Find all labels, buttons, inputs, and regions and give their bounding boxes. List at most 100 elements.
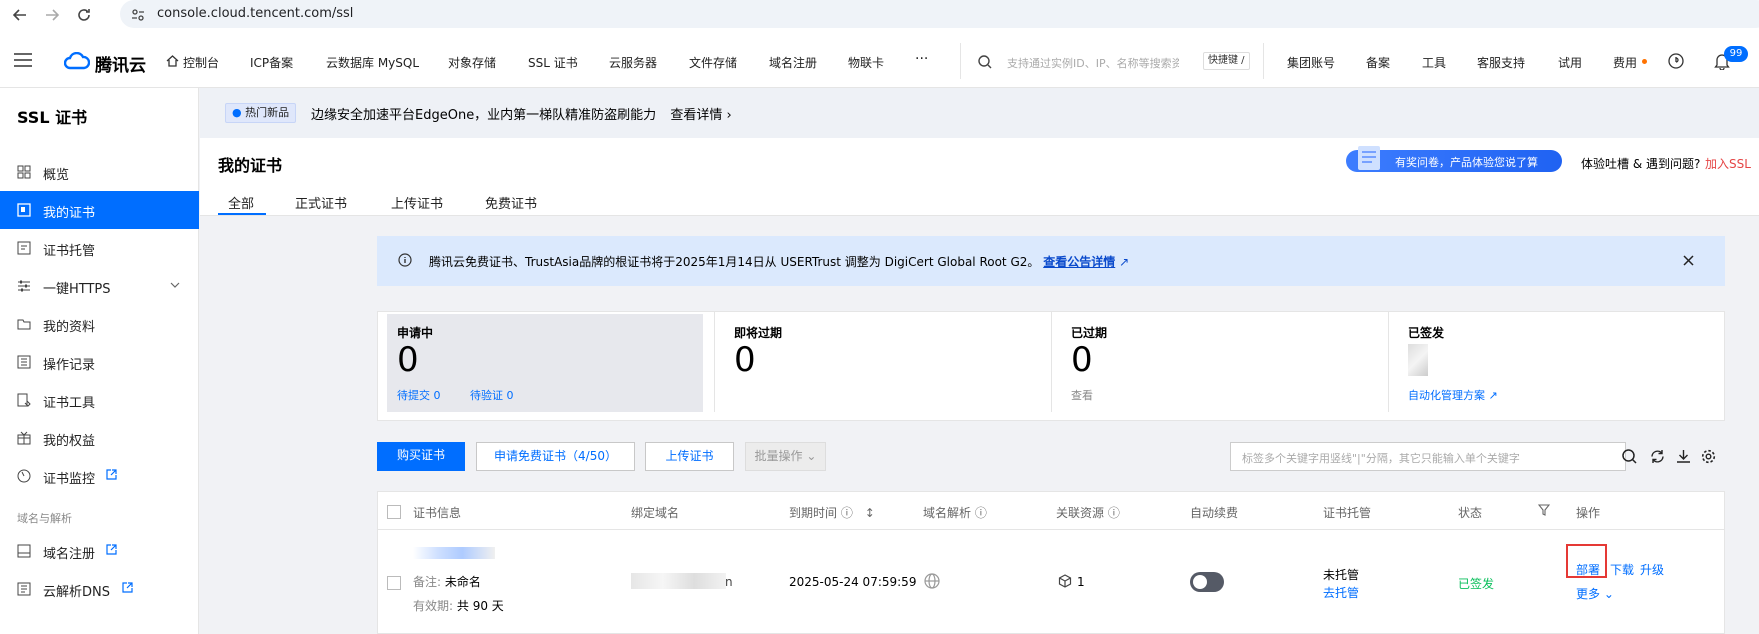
upload-certificate-button[interactable]: 上传证书 — [645, 442, 734, 471]
join-ssl-link[interactable]: 加入SSL — [1705, 155, 1751, 172]
nav-more[interactable]: ··· — [915, 51, 928, 67]
nav-mysql[interactable]: 云数据库 MySQL — [326, 54, 419, 71]
bound-domain-blurred — [631, 573, 726, 589]
nav-beian[interactable]: 备案 — [1366, 54, 1390, 71]
search-icon[interactable] — [1622, 449, 1637, 464]
site-info-icon[interactable] — [130, 7, 146, 23]
select-all-checkbox[interactable] — [387, 505, 401, 519]
nav-console[interactable]: 控制台 — [183, 54, 219, 71]
th-dns: 域名解析 ⓘ — [923, 504, 987, 521]
sidebar-item-overview[interactable]: 概览 — [0, 153, 199, 191]
go-hosting-link[interactable]: 去托管 — [1323, 584, 1359, 601]
th-status: 状态 — [1458, 506, 1483, 520]
th-expiry[interactable]: 到期时间 ⓘ ↕ — [789, 504, 875, 521]
folder-icon — [17, 319, 31, 330]
th-resources-label: 关联资源 — [1056, 506, 1105, 520]
pending-submit-link[interactable]: 待提交 0 — [397, 387, 441, 403]
th-expiry-label: 到期时间 — [789, 506, 838, 520]
external-link-icon — [122, 582, 133, 593]
external-link-icon — [106, 469, 117, 480]
resource-search-input[interactable]: 支持通过实例ID、IP、名称等搜索资源 — [1007, 55, 1179, 71]
tab-uploaded[interactable]: 上传证书 — [391, 193, 443, 212]
nav-domain[interactable]: 域名注册 — [769, 54, 817, 71]
nav-ssl[interactable]: SSL 证书 — [528, 54, 578, 71]
th-cert-info: 证书信息 — [413, 506, 462, 520]
help-circle-icon[interactable] — [1668, 53, 1684, 69]
sidebar-item-cert-hosting[interactable]: 证书托管 — [0, 229, 199, 267]
nav-iot[interactable]: 物联卡 — [848, 54, 884, 71]
globe-icon[interactable] — [924, 573, 940, 589]
sidebar-title: SSL 证书 — [17, 108, 88, 127]
nav-tools[interactable]: 工具 — [1422, 54, 1446, 71]
resources-count[interactable]: 1 — [1077, 575, 1085, 589]
pending-verify-link[interactable]: 待验证 0 — [470, 387, 514, 403]
sidebar-item-one-click-https[interactable]: 一键HTTPS — [0, 267, 199, 305]
row-checkbox[interactable] — [387, 576, 401, 590]
batch-operation-dropdown[interactable]: 批量操作 ⌄ — [745, 442, 826, 471]
nav-cos[interactable]: 对象存储 — [448, 54, 496, 71]
buy-certificate-button[interactable]: 购买证书 — [377, 442, 465, 471]
certificate-icon — [17, 203, 31, 217]
nav-icp[interactable]: ICP备案 — [250, 54, 293, 71]
tab-formal[interactable]: 正式证书 — [295, 193, 347, 212]
nav-cfs[interactable]: 文件存储 — [689, 54, 737, 71]
logo-text[interactable]: 腾讯云 — [95, 51, 146, 76]
sidebar-item-my-materials[interactable]: 我的资料 — [0, 305, 199, 343]
forward-arrow-icon[interactable] — [42, 5, 62, 25]
download-link[interactable]: 下载 — [1610, 561, 1634, 578]
sidebar-item-domain-register[interactable]: 域名注册 — [0, 532, 199, 570]
menu-icon[interactable] — [14, 53, 32, 67]
sidebar-item-operation-log[interactable]: 操作记录 — [0, 343, 199, 381]
upgrade-link[interactable]: 升级 — [1640, 561, 1664, 578]
notice-details-link[interactable]: 查看公告详情 — [1043, 255, 1115, 269]
promo-details-link[interactable]: 查看详情 — [670, 108, 722, 123]
sidebar-item-my-certificates[interactable]: 我的证书 — [0, 191, 199, 229]
apply-free-certificate-button[interactable]: 申请免费证书（4/50） — [476, 442, 635, 471]
cert-validity: 有效期: 共 90 天 — [413, 597, 504, 614]
validity-value: 共 90 天 — [456, 599, 504, 613]
more-dropdown[interactable]: 更多 ⌄ — [1576, 585, 1614, 602]
sidebar-item-my-benefits[interactable]: 我的权益 — [0, 419, 199, 457]
close-icon[interactable] — [1683, 255, 1694, 266]
tencent-cloud-logo-icon[interactable] — [64, 52, 90, 70]
refresh-icon[interactable] — [1650, 449, 1665, 464]
sort-icon[interactable]: ↕ — [865, 506, 875, 520]
settings-gear-icon[interactable] — [1701, 449, 1716, 464]
nav-billing[interactable]: 费用 — [1613, 54, 1637, 71]
sidebar-item-dns[interactable]: 云解析DNS — [0, 570, 199, 608]
tag-search-placeholder: 标签多个关键字用竖线"|"分隔，其它只能输入单个关键字 — [1242, 452, 1520, 465]
back-arrow-icon[interactable] — [10, 5, 30, 25]
automation-plan-link[interactable]: 自动化管理方案 ↗ — [1408, 387, 1498, 403]
reload-icon[interactable] — [74, 5, 94, 25]
nav-trial[interactable]: 试用 — [1558, 54, 1582, 71]
chevron-right-icon: › — [726, 108, 732, 123]
search-shortcut-badge: 快捷键 / — [1203, 52, 1250, 70]
filter-icon[interactable] — [1538, 504, 1550, 516]
survey-text: 有奖问卷，产品体验您说了算 — [1395, 156, 1538, 169]
search-icon — [978, 55, 992, 69]
sidebar-item-cert-tools[interactable]: 证书工具 — [0, 381, 199, 419]
tab-free[interactable]: 免费证书 — [485, 193, 537, 212]
stat-label-expired: 已过期 — [1071, 326, 1108, 340]
view-expired-link[interactable]: 查看 — [1071, 387, 1093, 403]
nav-support[interactable]: 客服支持 — [1477, 54, 1525, 71]
nav-divider — [1263, 43, 1264, 79]
url-text: console.cloud.tencent.com/ssl — [157, 6, 354, 21]
sidebar-item-label: 操作记录 — [43, 358, 96, 373]
monitor-icon — [17, 469, 31, 483]
sidebar-item-label: 证书工具 — [43, 396, 96, 411]
chevron-down-icon: ⌄ — [1603, 587, 1614, 601]
sidebar-item-cert-monitor[interactable]: 证书监控 — [0, 457, 199, 495]
automation-plan-label: 自动化管理方案 — [1408, 389, 1485, 402]
download-icon[interactable] — [1676, 449, 1691, 464]
nav-group-account[interactable]: 集团账号 — [1287, 54, 1335, 71]
sidebar-item-label: 我的权益 — [43, 434, 96, 449]
stat-label-expiring: 即将过期 — [734, 326, 783, 340]
tab-all[interactable]: 全部 — [228, 193, 254, 212]
deploy-link[interactable]: 部署 — [1576, 561, 1600, 578]
address-bar[interactable] — [120, 0, 1759, 28]
hosting-icon — [17, 241, 31, 255]
promo-text: 边缘安全加速平台EdgeOne，业内第一梯队精准防盗刷能力 查看详情 › — [311, 104, 732, 123]
nav-cvm[interactable]: 云服务器 — [609, 54, 657, 71]
cert-id-blurred[interactable] — [413, 547, 495, 559]
